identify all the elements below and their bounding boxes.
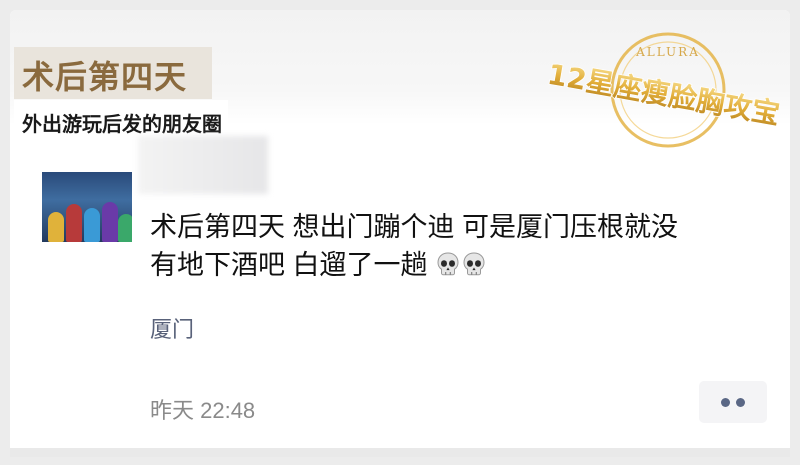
more-actions-button[interactable] [699,381,767,423]
skull-emoji-icon [437,252,459,276]
avatar-figure [84,208,100,242]
avatar-figure [66,204,82,242]
post-timestamp: 昨天 22:48 [150,398,256,423]
avatar[interactable] [42,172,132,242]
blurred-username [138,136,268,194]
location-link[interactable]: 厦门 [150,312,194,344]
post-text-line-2: 有地下酒吧 白遛了一趟 [150,250,428,280]
post-text: 术后第四天 想出门蹦个迪 可是厦门压根就没 有地下酒吧 白遛了一趟 [150,208,765,284]
banner-title: 术后第四天 [22,58,188,96]
post-text-line: 术后第四天 想出门蹦个迪 可是厦门压根就没 [150,212,679,242]
watermark-main-text: 12星座瘦脸胸攻宝 [545,58,782,131]
skull-emoji-icon [463,252,485,276]
avatar-figure [48,212,64,242]
post-text-line: 有地下酒吧 白遛了一趟 [150,246,765,284]
card-divider [10,448,790,457]
avatar-figure [102,202,118,242]
more-dots-icon [721,398,730,407]
watermark-top-text: ALLURA [635,45,700,59]
more-dots-icon [736,398,745,407]
allura-watermark-logo: ALLURA 12星座瘦脸胸攻宝 [544,32,783,148]
avatar-figure [118,214,132,242]
